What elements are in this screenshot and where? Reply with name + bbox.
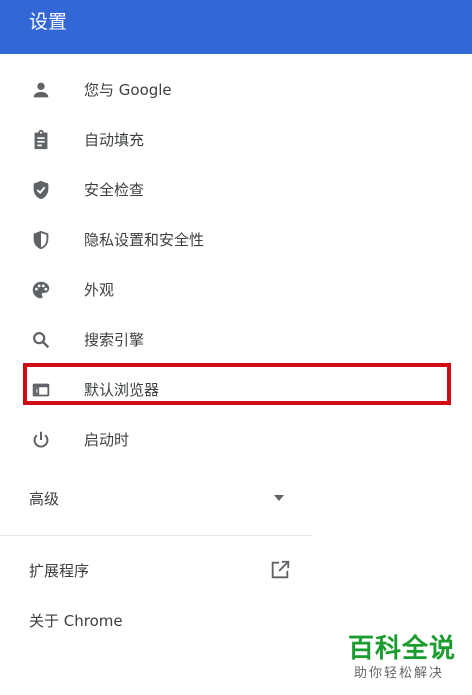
watermark-logo: 百科全说 助你轻松解决 <box>342 632 464 688</box>
extensions-label: 扩展程序 <box>29 562 90 580</box>
person-icon <box>30 79 52 101</box>
menu-item-search-engine[interactable]: 搜索引擎 <box>0 315 312 365</box>
menu-item-about-chrome[interactable]: 关于 Chrome <box>0 596 312 646</box>
highlight-annotation <box>23 363 451 405</box>
menu-item-label: 隐私设置和安全性 <box>84 231 205 249</box>
advanced-label: 高级 <box>29 490 60 508</box>
menu-item-label: 安全检查 <box>84 181 145 199</box>
menu-item-privacy-security[interactable]: 隐私设置和安全性 <box>0 215 312 265</box>
dropdown-arrow-icon <box>274 495 284 501</box>
clipboard-icon <box>30 129 52 151</box>
menu-item-autofill[interactable]: 自动填充 <box>0 115 312 165</box>
menu-item-label: 外观 <box>84 281 115 299</box>
menu-divider <box>0 535 312 536</box>
menu-item-label: 您与 Google <box>84 81 172 99</box>
menu-item-on-startup[interactable]: 启动时 <box>0 415 312 465</box>
settings-header: 设置 <box>0 0 472 54</box>
open-external-icon <box>271 560 290 579</box>
menu-item-you-and-google[interactable]: 您与 Google <box>0 65 312 115</box>
menu-item-label: 启动时 <box>84 431 130 449</box>
menu-item-appearance[interactable]: 外观 <box>0 265 312 315</box>
shield-half-icon <box>30 229 52 251</box>
search-icon <box>30 329 52 351</box>
power-icon <box>30 429 52 451</box>
watermark-title: 百科全说 <box>348 634 457 664</box>
watermark-subtitle: 助你轻松解决 <box>354 666 445 681</box>
advanced-section-toggle[interactable]: 高级 <box>0 474 312 524</box>
menu-item-safety-check[interactable]: 安全检查 <box>0 165 312 215</box>
settings-page: 设置 您与 Google 自动填充 安全检查 隐私设置和安全性 外观 搜索引擎 … <box>0 0 472 695</box>
page-title: 设置 <box>29 11 68 33</box>
menu-item-label: 自动填充 <box>84 131 145 149</box>
about-label: 关于 Chrome <box>29 612 123 630</box>
menu-item-label: 搜索引擎 <box>84 331 145 349</box>
palette-icon <box>30 279 52 301</box>
settings-menu: 您与 Google 自动填充 安全检查 隐私设置和安全性 外观 搜索引擎 默认浏… <box>0 54 472 695</box>
shield-check-icon <box>30 179 52 201</box>
menu-item-extensions[interactable]: 扩展程序 <box>0 546 312 596</box>
